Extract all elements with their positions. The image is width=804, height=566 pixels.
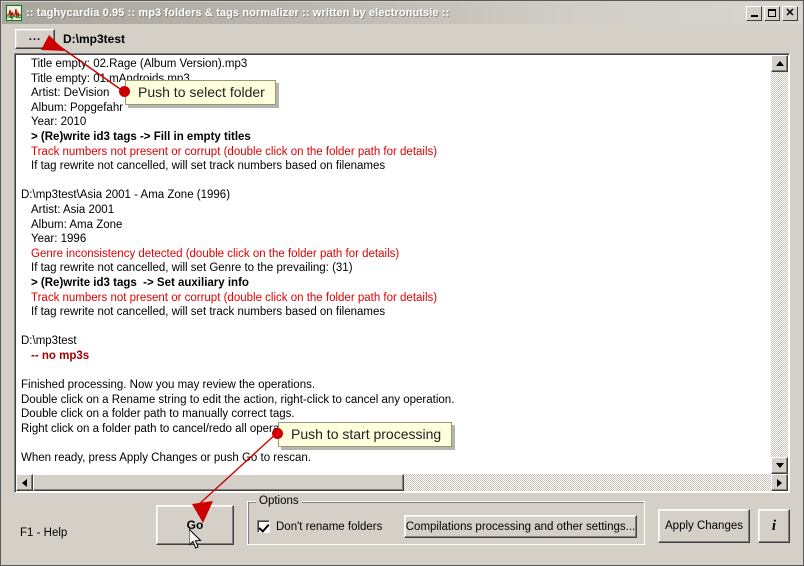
window-controls: ✕	[746, 5, 798, 21]
maximize-button[interactable]	[764, 5, 780, 21]
minimize-icon	[750, 14, 758, 17]
log-line[interactable]	[21, 320, 771, 335]
minimize-button[interactable]	[746, 5, 762, 21]
horizontal-scroll-thumb[interactable]	[33, 474, 404, 491]
scroll-down-arrow-icon	[775, 463, 784, 468]
scroll-down-button[interactable]	[771, 457, 788, 474]
log-line[interactable]: Double click on a Rename string to edit …	[21, 393, 771, 408]
window-title: :: taghycardia 0.95 :: mp3 folders & tag…	[26, 7, 450, 19]
log-line[interactable]: > (Re)write id3 tags -> Fill in empty ti…	[21, 130, 771, 145]
path-bar: ... D:\mp3test	[15, 29, 125, 49]
scroll-right-arrow-icon	[777, 478, 782, 487]
log-line[interactable]: Genre inconsistency detected (double cli…	[21, 247, 771, 262]
log-line[interactable]: If tag rewrite not cancelled, will set t…	[21, 305, 771, 320]
browse-folder-button[interactable]: ...	[15, 29, 55, 49]
dont-rename-folders-checkbox[interactable]	[257, 520, 270, 533]
log-vertical-scrollbar[interactable]	[771, 55, 788, 474]
callout-anchor-dot-1	[119, 86, 130, 97]
log-line[interactable]: Artist: Asia 2001	[21, 203, 771, 218]
log-line[interactable]: Album: Ama Zone	[21, 218, 771, 233]
dont-rename-folders-label: Don't rename folders	[276, 520, 383, 533]
selected-folder-path: D:\mp3test	[63, 32, 126, 46]
scroll-up-button[interactable]	[771, 55, 788, 72]
log-horizontal-scrollbar[interactable]	[16, 474, 771, 491]
log-line[interactable]	[21, 174, 771, 189]
log-line[interactable]: > (Re)write id3 tags -> Set auxiliary in…	[21, 276, 771, 291]
scroll-up-arrow-icon	[775, 61, 784, 66]
callout-select-folder: Push to select folder	[125, 80, 276, 105]
scroll-right-button[interactable]	[771, 474, 788, 491]
log-line[interactable]: Double click on a folder path to manuall…	[21, 407, 771, 422]
help-hint-label: F1 - Help	[20, 527, 68, 539]
log-line[interactable]: If tag rewrite not cancelled, will set t…	[21, 159, 771, 174]
log-line[interactable]: D:\mp3test\Asia 2001 - Ama Zone (1996)	[21, 188, 771, 203]
vertical-scroll-track[interactable]	[771, 72, 788, 457]
log-line[interactable]	[21, 363, 771, 378]
compilations-settings-button[interactable]: Compilations processing and other settin…	[404, 515, 637, 538]
apply-changes-button[interactable]: Apply Changes	[658, 509, 750, 543]
log-line[interactable]: If tag rewrite not cancelled, will set G…	[21, 261, 771, 276]
log-line[interactable]: When ready, press Apply Changes or push …	[21, 451, 771, 466]
log-line[interactable]: Track numbers not present or corrupt (do…	[21, 291, 771, 306]
options-group-title: Options	[256, 495, 302, 507]
info-button[interactable]: i	[758, 509, 790, 543]
dont-rename-folders-row[interactable]: Don't rename folders	[257, 520, 382, 533]
maximize-icon	[768, 9, 776, 17]
log-line[interactable]: -- no mp3s	[21, 349, 771, 364]
title-bar[interactable]: :: taghycardia 0.95 :: mp3 folders & tag…	[2, 2, 802, 24]
log-line[interactable]: Title empty: 02.Rage (Album Version).mp3	[21, 57, 771, 72]
mouse-cursor	[189, 529, 202, 549]
scroll-left-button[interactable]	[16, 474, 33, 491]
close-icon: ✕	[785, 6, 795, 19]
ecg-waveform-icon	[6, 5, 22, 21]
scroll-left-arrow-icon	[22, 478, 27, 487]
log-line[interactable]: Year: 1996	[21, 232, 771, 247]
log-line[interactable]: Track numbers not present or corrupt (do…	[21, 145, 771, 160]
log-line[interactable]: D:\mp3test	[21, 334, 771, 349]
log-text-content[interactable]: Title empty: 02.Rage (Album Version).mp3…	[15, 57, 771, 471]
log-line[interactable]: Year: 2010	[21, 115, 771, 130]
options-group: Options Don't rename folders Compilation…	[247, 495, 645, 545]
log-line[interactable]: Finished processing. Now you may review …	[21, 378, 771, 393]
close-button[interactable]: ✕	[782, 5, 798, 21]
application-window: :: taghycardia 0.95 :: mp3 folders & tag…	[0, 0, 804, 566]
callout-start-processing: Push to start processing	[278, 422, 453, 447]
callout-anchor-dot-2	[272, 428, 283, 439]
